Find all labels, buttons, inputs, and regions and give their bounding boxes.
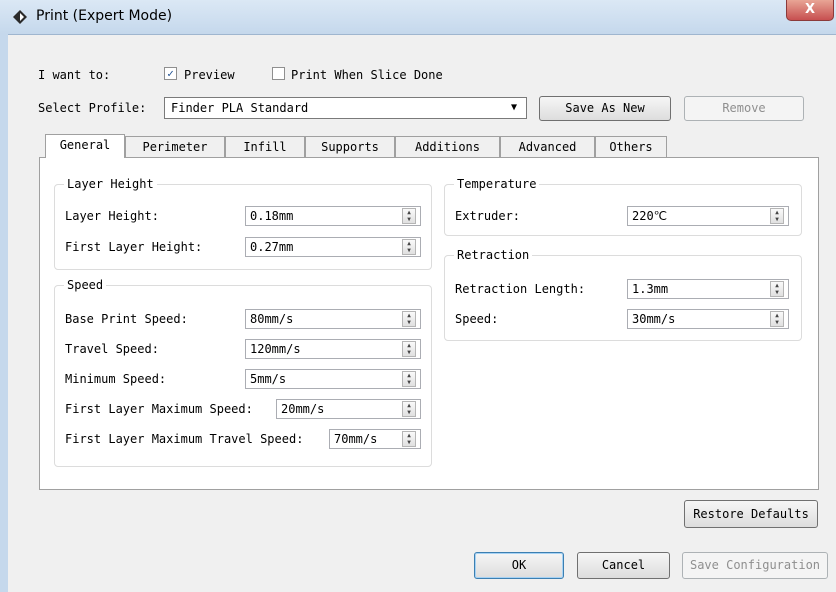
select-profile-label: Select Profile: <box>38 101 147 115</box>
tab-general[interactable]: General <box>45 134 125 158</box>
group-title: Layer Height <box>64 177 157 191</box>
base-print-speed-label: Base Print Speed: <box>65 312 188 326</box>
chevron-down-icon: ▼ <box>511 102 518 113</box>
extruder-label: Extruder: <box>455 209 521 223</box>
print-when-slice-done-checkbox[interactable] <box>272 67 285 80</box>
temperature-group: Temperature Extruder: 220℃ ▲ ▼ <box>444 177 802 236</box>
spin-arrows-icon[interactable]: ▲ ▼ <box>402 401 416 417</box>
field-value: 20mm/s <box>281 402 325 416</box>
tab-additions[interactable]: Additions <box>395 136 500 158</box>
group-title: Speed <box>64 278 107 292</box>
spin-arrows-icon[interactable]: ▲ ▼ <box>770 311 784 327</box>
spin-arrows-icon[interactable]: ▲ ▼ <box>402 311 416 327</box>
field-value: 120mm/s <box>250 342 301 356</box>
field-value: 5mm/s <box>250 372 287 386</box>
close-button[interactable]: X <box>786 0 834 21</box>
group-title: Retraction <box>454 248 533 262</box>
first-layer-height-input[interactable]: 0.27mm ▲ ▼ <box>245 237 421 257</box>
extruder-temperature-input[interactable]: 220℃ ▲ ▼ <box>627 206 789 226</box>
restore-defaults-button[interactable]: Restore Defaults <box>684 500 818 528</box>
minimum-speed-label: Minimum Speed: <box>65 372 167 386</box>
spin-arrows-icon[interactable]: ▲ ▼ <box>402 371 416 387</box>
retraction-length-label: Retraction Length: <box>455 282 586 296</box>
cancel-button[interactable]: Cancel <box>577 552 670 579</box>
retraction-length-input[interactable]: 1.3mm ▲ ▼ <box>627 279 789 299</box>
retraction-speed-label: Speed: <box>455 312 499 326</box>
print-when-slice-done-label: Print When Slice Done <box>291 68 443 82</box>
first-layer-height-label: First Layer Height: <box>65 240 203 254</box>
preview-label: Preview <box>184 68 235 82</box>
field-value: 0.18mm <box>250 209 294 223</box>
save-as-new-button[interactable]: Save As New <box>539 96 671 121</box>
i-want-to-label: I want to: <box>38 68 111 82</box>
tab-others[interactable]: Others <box>595 136 667 158</box>
spin-arrows-icon[interactable]: ▲ ▼ <box>770 281 784 297</box>
field-value: 70mm/s <box>334 432 378 446</box>
profile-value: Finder PLA Standard <box>171 101 309 115</box>
window-title: Print (Expert Mode) <box>36 8 173 24</box>
profile-select[interactable]: Finder PLA Standard ▼ <box>164 97 527 119</box>
first-layer-max-speed-input[interactable]: 20mm/s ▲ ▼ <box>276 399 421 419</box>
speed-group: Speed Base Print Speed: 80mm/s ▲ ▼ Travel… <box>54 278 432 467</box>
ok-button[interactable]: OK <box>474 552 564 579</box>
spin-arrows-icon[interactable]: ▲ ▼ <box>770 208 784 224</box>
field-value: 220℃ <box>632 209 668 223</box>
tab-infill[interactable]: Infill <box>225 136 305 158</box>
first-layer-max-travel-speed-input[interactable]: 70mm/s ▲ ▼ <box>329 429 421 449</box>
remove-button[interactable]: Remove <box>684 96 804 121</box>
spin-arrows-icon[interactable]: ▲ ▼ <box>402 239 416 255</box>
group-title: Temperature <box>454 177 540 191</box>
travel-speed-input[interactable]: 120mm/s ▲ ▼ <box>245 339 421 359</box>
retraction-speed-input[interactable]: 30mm/s ▲ ▼ <box>627 309 789 329</box>
general-tab-panel: Layer Height Layer Height: 0.18mm ▲ ▼ Fir… <box>39 157 819 490</box>
field-value: 1.3mm <box>632 282 669 296</box>
travel-speed-label: Travel Speed: <box>65 342 159 356</box>
app-logo-icon <box>13 10 27 24</box>
tab-supports[interactable]: Supports <box>305 136 395 158</box>
preview-checkbox[interactable]: ✓ <box>164 67 177 80</box>
field-value: 0.27mm <box>250 240 294 254</box>
save-configuration-button[interactable]: Save Configuration <box>682 552 828 579</box>
first-layer-max-speed-label: First Layer Maximum Speed: <box>65 402 253 416</box>
field-value: 80mm/s <box>250 312 294 326</box>
window-frame <box>0 34 8 592</box>
first-layer-max-travel-speed-label: First Layer Maximum Travel Speed: <box>65 432 304 446</box>
minimum-speed-input[interactable]: 5mm/s ▲ ▼ <box>245 369 421 389</box>
tab-perimeter[interactable]: Perimeter <box>125 136 225 158</box>
spin-arrows-icon[interactable]: ▲ ▼ <box>402 431 416 447</box>
field-value: 30mm/s <box>632 312 676 326</box>
spin-arrows-icon[interactable]: ▲ ▼ <box>402 341 416 357</box>
layer-height-group: Layer Height Layer Height: 0.18mm ▲ ▼ Fir… <box>54 177 432 270</box>
retraction-group: Retraction Retraction Length: 1.3mm ▲ ▼ S… <box>444 248 802 341</box>
tab-advanced[interactable]: Advanced <box>500 136 595 158</box>
base-print-speed-input[interactable]: 80mm/s ▲ ▼ <box>245 309 421 329</box>
spin-arrows-icon[interactable]: ▲ ▼ <box>402 208 416 224</box>
layer-height-label: Layer Height: <box>65 209 159 223</box>
layer-height-input[interactable]: 0.18mm ▲ ▼ <box>245 206 421 226</box>
